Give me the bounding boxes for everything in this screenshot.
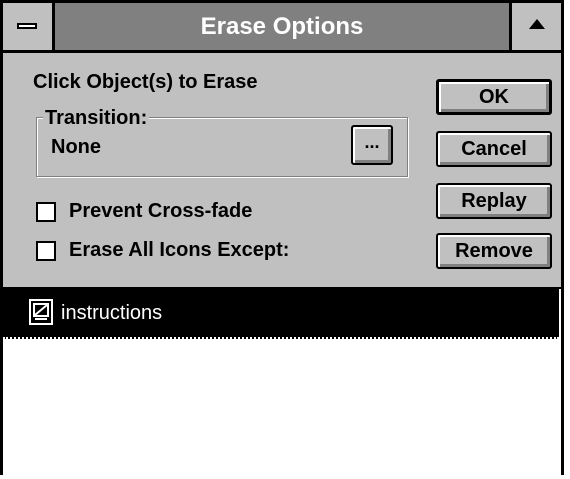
cancel-button[interactable]: Cancel bbox=[436, 131, 552, 167]
ok-button[interactable]: OK bbox=[436, 79, 552, 115]
maximize-button[interactable] bbox=[509, 3, 561, 50]
erase-options-dialog: Erase Options Click Object(s) to Erase T… bbox=[0, 0, 564, 475]
system-menu-button[interactable] bbox=[3, 3, 55, 50]
prevent-crossfade-checkbox[interactable] bbox=[36, 202, 56, 222]
list-item-label: instructions bbox=[61, 302, 163, 324]
replay-button[interactable]: Replay bbox=[436, 183, 552, 219]
title-bar: Erase Options bbox=[3, 3, 561, 53]
transition-value: None bbox=[51, 136, 101, 158]
remove-button[interactable]: Remove bbox=[436, 233, 552, 269]
erase-all-except-label: Erase All Icons Except: bbox=[69, 239, 290, 261]
instructions-label: Click Object(s) to Erase bbox=[33, 71, 258, 93]
icon-list[interactable]: instructions bbox=[3, 287, 561, 475]
prevent-crossfade-label: Prevent Cross-fade bbox=[69, 200, 253, 222]
erase-all-except-checkbox[interactable] bbox=[36, 241, 56, 261]
window-title: Erase Options bbox=[200, 13, 364, 40]
triangle-up-icon bbox=[529, 19, 545, 29]
browse-transition-button[interactable]: ... bbox=[351, 125, 393, 165]
list-item[interactable]: instructions bbox=[3, 289, 559, 339]
display-icon bbox=[29, 299, 53, 325]
system-menu-icon bbox=[17, 23, 37, 29]
transition-legend: Transition: bbox=[43, 107, 150, 130]
